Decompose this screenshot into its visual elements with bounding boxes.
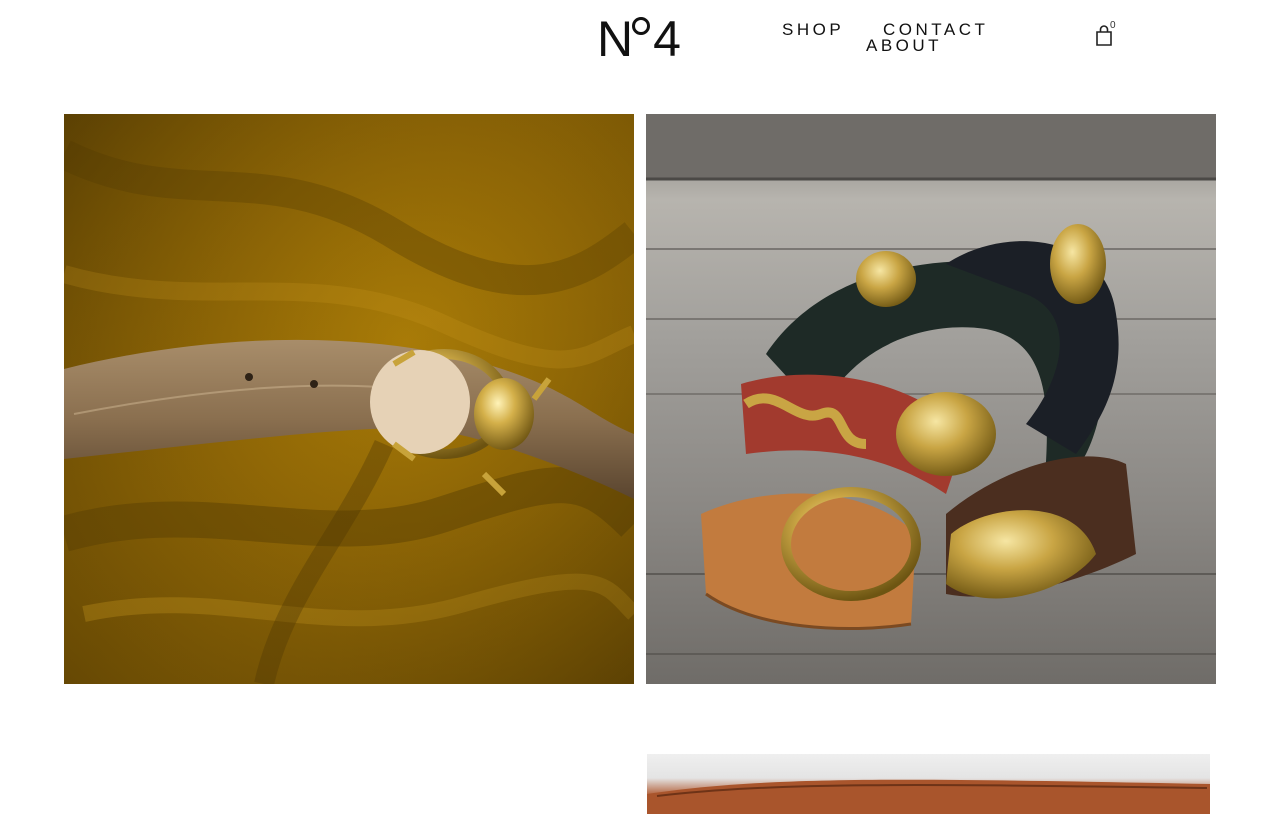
embossed-belt-illustration (647, 779, 1210, 814)
nav-about-link[interactable]: ABOUT (866, 36, 942, 56)
logo-digit: 4 (653, 11, 681, 67)
logo-letter: N (597, 11, 633, 67)
nav-shop-link[interactable]: SHOP (782, 20, 844, 40)
brand-logo[interactable]: N 4 (597, 11, 681, 67)
belts-collection-illustration (646, 114, 1216, 655)
logo-ordinal-mark (632, 17, 651, 35)
leather-belts-animal-buckles-photo[interactable] (646, 114, 1216, 684)
cart-count-badge: 0 (1110, 20, 1116, 31)
belt-photo-illustration (64, 114, 634, 684)
python-belt-beetle-buckle-photo[interactable] (64, 114, 634, 684)
site-header: N 4 SHOP CONTACT ABOUT 0 (0, 0, 1280, 90)
embossed-leather-belt-photo[interactable] (647, 754, 1210, 814)
